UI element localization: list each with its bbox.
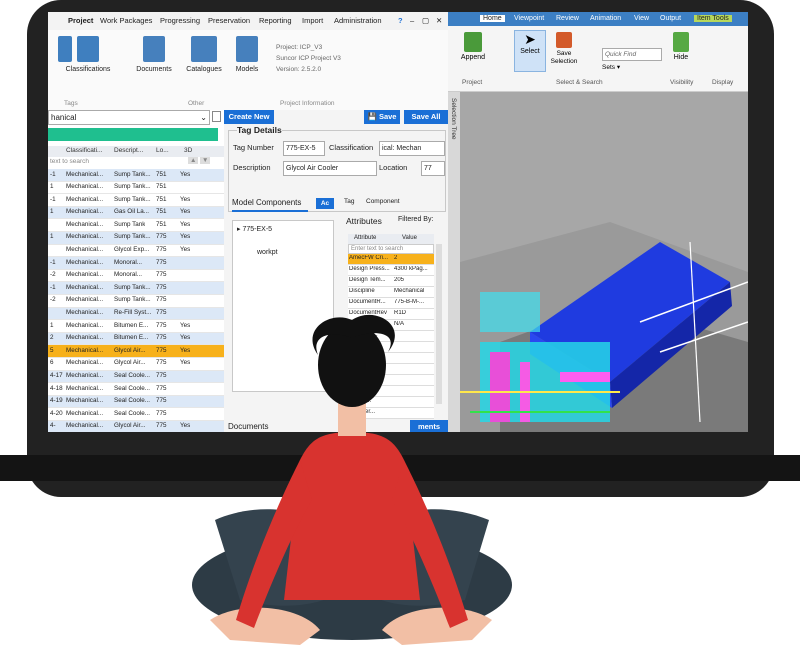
person-illustration (192, 314, 512, 645)
